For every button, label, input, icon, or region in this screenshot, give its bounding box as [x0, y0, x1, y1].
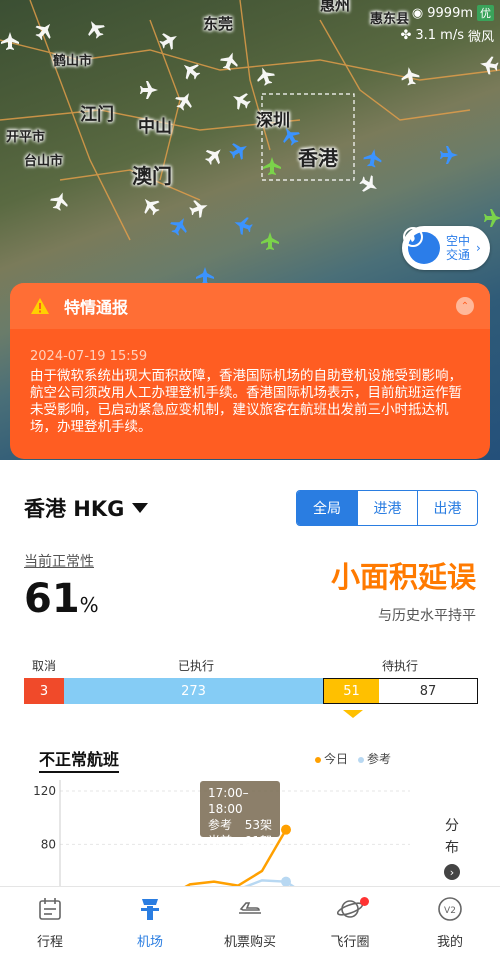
- tab-airport[interactable]: 机场: [100, 887, 200, 969]
- punctuality-value: 61%: [24, 576, 99, 622]
- distribution-tab[interactable]: 分布: [442, 815, 462, 859]
- city-label-hongkong: 香港: [298, 146, 338, 170]
- air-traffic-label: 空中 交通: [446, 234, 471, 262]
- alert-header[interactable]: 特情通报 ⌃: [10, 283, 490, 329]
- city-label-macau: 澳门: [132, 164, 172, 188]
- bar-label-cancel: 取消: [32, 659, 57, 673]
- abnormal-title: 不正常航班: [39, 746, 120, 773]
- city-label-shenzhen: 深圳: [256, 111, 290, 131]
- delay-compare: 与历史水平持平: [378, 608, 476, 624]
- alert-body: 由于微软系统出现大面积故障，香港国际机场的自助登机设施受到影响，航空公司须改用人…: [30, 368, 462, 435]
- city-label-heshan: 鹤山市: [53, 54, 93, 69]
- punctuality-number: 61: [24, 576, 80, 622]
- wind-level: 微风: [467, 29, 494, 45]
- city-label-taishan: 台山市: [24, 154, 64, 169]
- flight-status-bar[interactable]: 3 273 51 87: [24, 678, 478, 704]
- bar-cancel: 3: [24, 678, 64, 704]
- tooltip-time: 17:00–18:00: [208, 786, 249, 816]
- alert-title: 特情通报: [64, 298, 129, 317]
- punctuality-unit: %: [79, 593, 99, 617]
- city-label-jiangmen: 江门: [80, 105, 114, 125]
- bar-rest: 87: [379, 678, 478, 704]
- profile-v2-icon: V2: [438, 897, 462, 921]
- y-tick-label: 80: [41, 837, 56, 851]
- bar-pending: 51: [323, 678, 379, 704]
- tab-flight-circle[interactable]: 飞行圈: [300, 887, 400, 969]
- tab-all[interactable]: 全局: [297, 491, 357, 525]
- alert-time: 2024-07-19 15:59: [30, 349, 148, 364]
- itinerary-icon: [39, 898, 61, 920]
- bottom-tab-bar: 行程 机场 机票购买 飞行圈 V2 我的: [0, 886, 500, 969]
- tab-label: 机场: [136, 935, 163, 950]
- tooltip-cur-label: 当前: [208, 834, 233, 848]
- warning-icon: [31, 298, 49, 314]
- svg-text:V2: V2: [444, 906, 456, 916]
- dropdown-arrow-icon[interactable]: [132, 503, 149, 513]
- tooltip-cur-value: 91架: [244, 834, 272, 848]
- tab-tickets[interactable]: 机票购买: [200, 887, 300, 969]
- airport-name[interactable]: 香港 HKG: [24, 493, 124, 523]
- bar-executed: 273: [64, 678, 323, 704]
- aqi-badge: 优: [477, 5, 494, 21]
- wind-icon: ✤: [400, 27, 412, 43]
- tab-departures[interactable]: 出港: [417, 491, 477, 525]
- punctuality-label[interactable]: 当前正常性: [24, 551, 94, 571]
- tooltip-ref-label: 参考: [208, 818, 233, 832]
- tab-label: 行程: [36, 935, 63, 950]
- direction-tabs: 全局 进港 出港: [296, 490, 478, 526]
- tab-label: 我的: [436, 935, 463, 950]
- wind-speed: 3.1 m/s: [415, 27, 464, 43]
- city-label-zhongshan: 中山: [138, 117, 172, 137]
- weather-info: ◉ 9999m 优 ✤ 3.1 m/s 微风: [400, 2, 494, 46]
- special-alert-card: 特情通报 ⌃ 2024-07-19 15:59 由于微软系统出现大面积故障，香港…: [10, 283, 490, 459]
- legend-ref: 参考: [358, 750, 391, 767]
- city-label-kaiping: 开平市: [6, 130, 46, 145]
- city-label-huizhou: 惠州: [320, 0, 351, 14]
- city-label-dongguan: 东莞: [203, 15, 234, 33]
- chevron-right-icon[interactable]: ›: [444, 864, 460, 880]
- notification-dot: [360, 897, 369, 906]
- tab-label: 机票购买: [223, 935, 276, 950]
- chart-tooltip: 17:00–18:00 参考 53架 当前 91架: [200, 781, 280, 848]
- air-traffic-button[interactable]: 空中 交通 ›: [402, 226, 490, 270]
- collapse-icon[interactable]: ⌃: [456, 297, 474, 315]
- tab-arrivals[interactable]: 进港: [357, 491, 417, 525]
- bar-pointer-icon: [343, 710, 363, 718]
- tab-profile[interactable]: V2 我的: [400, 887, 500, 969]
- today-point: [281, 824, 291, 835]
- tooltip-ref-value: 53架: [244, 818, 272, 832]
- chart-legend: 今日 参考: [315, 750, 391, 767]
- y-tick-label: 120: [33, 784, 56, 798]
- legend-today: 今日: [315, 750, 348, 767]
- tab-label: 飞行圈: [330, 935, 370, 950]
- chevron-right-icon: ›: [476, 241, 481, 255]
- plane-ticket-icon: [239, 902, 261, 914]
- visibility-icon: ◉: [411, 5, 424, 21]
- visibility-value: 9999m: [427, 5, 473, 21]
- tab-itinerary[interactable]: 行程: [0, 887, 100, 969]
- bar-label-executed: 已执行: [178, 659, 215, 673]
- bar-label-pending: 待执行: [382, 659, 419, 673]
- reference-point: [281, 876, 291, 886]
- delay-status: 小面积延误: [330, 560, 476, 594]
- control-tower-icon: [141, 899, 159, 920]
- globe-icon: [403, 227, 440, 264]
